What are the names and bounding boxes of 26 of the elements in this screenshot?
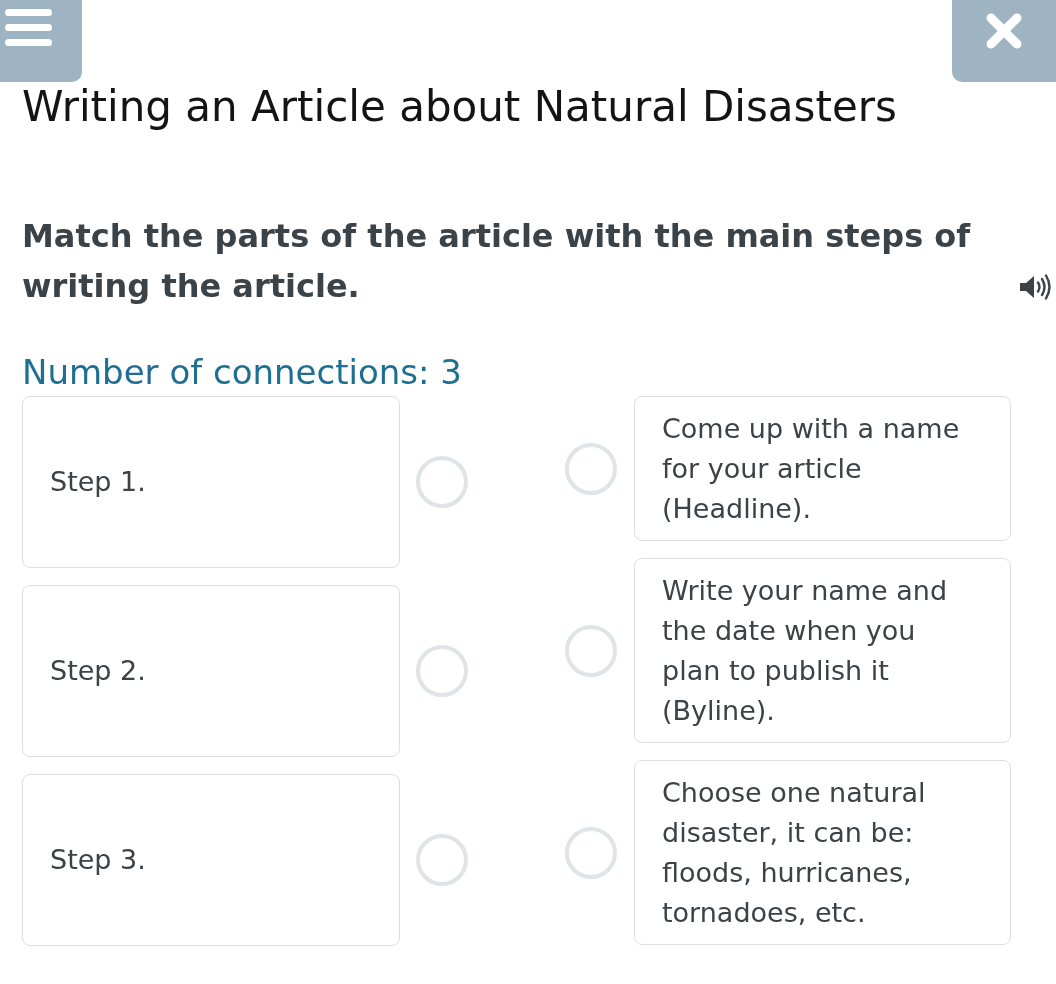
answer-text: Come up with a name for your article (Headline). — [662, 411, 961, 526]
instruction-text: Match the parts of the article with the main steps of writing the article. — [22, 216, 972, 307]
answer-card[interactable]: Come up with a name for your article (Headline). — [634, 396, 1011, 541]
connector-handle[interactable] — [565, 826, 617, 879]
answer-card[interactable]: Choose one natural disaster, it can be: floods, hurricanes, tornadoes, etc. — [634, 760, 1011, 945]
answer-text: Choose one natural disaster, it can be: floods, hurricanes, tornadoes, etc. — [662, 775, 927, 930]
step-card[interactable]: Step 3. — [22, 774, 400, 946]
step-label: Step 2. — [50, 654, 146, 688]
menu-icon — [5, 9, 52, 46]
step-card[interactable]: Step 1. — [22, 396, 400, 568]
answer-card[interactable]: Write your name and the date when you plan to publish it (Byline). — [634, 558, 1011, 743]
connector-handle[interactable] — [416, 834, 468, 886]
connector-handle[interactable] — [416, 645, 468, 697]
speaker-icon[interactable] — [1019, 273, 1053, 301]
close-icon — [986, 13, 1022, 49]
connector-handle[interactable] — [565, 442, 617, 495]
menu-button[interactable] — [0, 0, 82, 82]
step-label: Step 3. — [50, 843, 146, 877]
step-label: Step 1. — [50, 465, 146, 499]
answer-text: Write your name and the date when you plan to publish it (Byline). — [662, 573, 949, 728]
step-card[interactable]: Step 2. — [22, 585, 400, 757]
close-button[interactable] — [952, 0, 1056, 82]
connections-count: Number of connections: 3 — [21, 351, 462, 394]
page-title: Writing an Article about Natural Disasters — [21, 82, 897, 132]
connector-handle[interactable] — [565, 624, 617, 677]
connector-handle[interactable] — [416, 456, 468, 508]
